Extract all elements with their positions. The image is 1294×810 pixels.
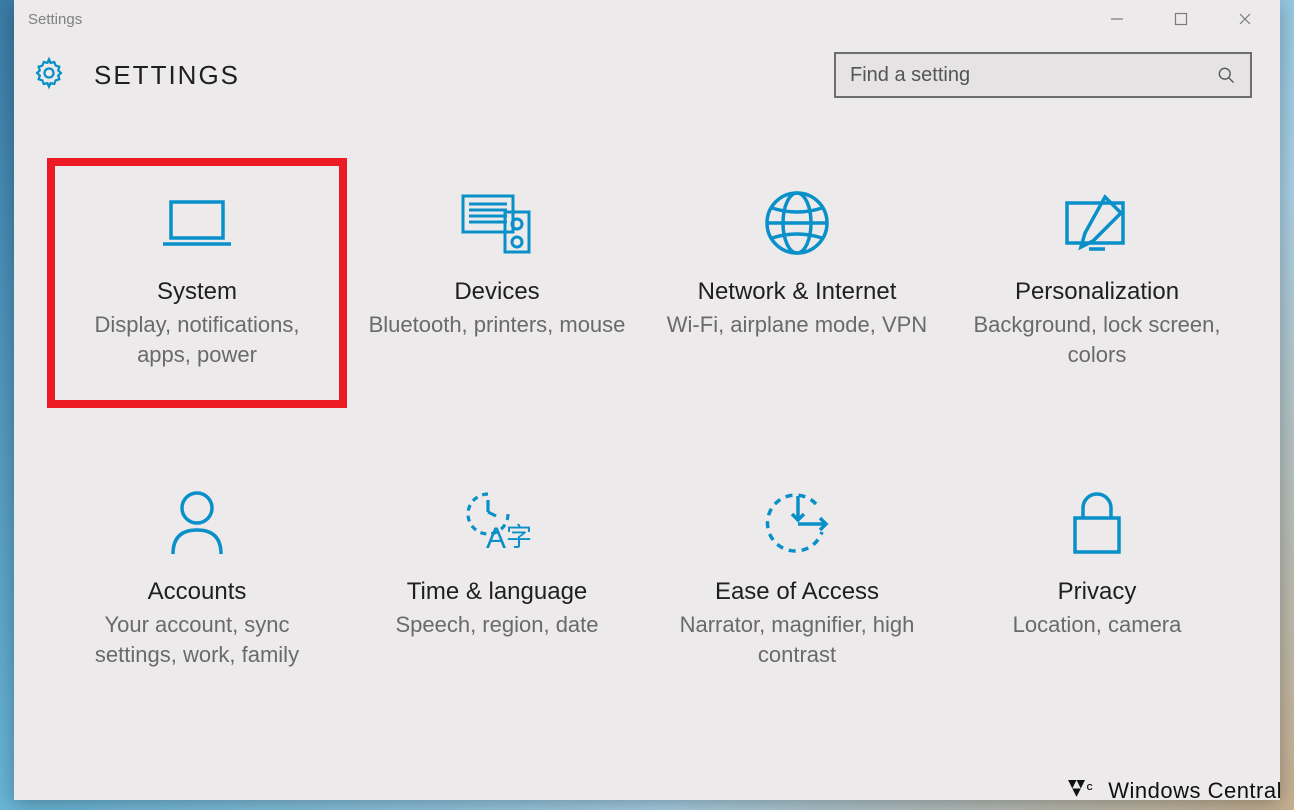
category-accounts[interactable]: Accounts Your account, sync settings, wo… [47, 458, 347, 708]
svg-text:字: 字 [506, 522, 532, 552]
category-system[interactable]: System Display, notifications, apps, pow… [47, 158, 347, 408]
laptop-icon [159, 182, 235, 264]
category-title: Network & Internet [698, 278, 897, 306]
category-title: Ease of Access [715, 578, 879, 606]
svg-text:A: A [486, 522, 506, 555]
category-desc: Your account, sync settings, work, famil… [65, 610, 329, 669]
watermark: C Windows Central [1068, 778, 1282, 804]
search-input[interactable] [850, 64, 1216, 87]
devices-icon [457, 182, 537, 264]
window-controls [1096, 4, 1272, 34]
category-title: Personalization [1015, 278, 1179, 306]
titlebar: Settings [14, 0, 1280, 38]
minimize-icon [1110, 12, 1124, 26]
watermark-logo-icon: C [1068, 780, 1102, 802]
category-ease-of-access[interactable]: Ease of Access Narrator, magnifier, high… [647, 458, 947, 708]
globe-icon [762, 182, 832, 264]
category-title: Privacy [1058, 578, 1137, 606]
watermark-text: Windows Central [1108, 778, 1282, 804]
ease-of-access-icon [758, 482, 836, 564]
category-desc: Location, camera [1013, 610, 1182, 640]
category-desc: Background, lock screen, colors [965, 310, 1229, 369]
person-icon [165, 482, 229, 564]
close-icon [1238, 12, 1252, 26]
category-desc: Narrator, magnifier, high contrast [665, 610, 929, 669]
search-box[interactable] [834, 52, 1252, 98]
category-desc: Wi-Fi, airplane mode, VPN [667, 310, 927, 340]
lock-icon [1067, 482, 1127, 564]
maximize-icon [1174, 12, 1188, 26]
svg-text:C: C [1087, 782, 1094, 792]
window-title: Settings [28, 11, 82, 28]
category-title: System [157, 278, 237, 306]
category-personalization[interactable]: Personalization Background, lock screen,… [947, 158, 1247, 408]
minimize-button[interactable] [1096, 4, 1138, 34]
category-desc: Display, notifications, apps, power [65, 310, 329, 369]
category-title: Devices [454, 278, 539, 306]
category-devices[interactable]: Devices Bluetooth, printers, mouse [347, 158, 647, 408]
category-title: Time & language [407, 578, 588, 606]
time-language-icon: A 字 [458, 482, 536, 564]
category-title: Accounts [148, 578, 247, 606]
category-time-language[interactable]: A 字 Time & language Speech, region, date [347, 458, 647, 708]
header: SETTINGS [14, 38, 1280, 108]
close-button[interactable] [1224, 4, 1266, 34]
gear-icon [32, 56, 66, 95]
category-desc: Speech, region, date [395, 610, 598, 640]
category-privacy[interactable]: Privacy Location, camera [947, 458, 1247, 708]
categories-grid: System Display, notifications, apps, pow… [14, 108, 1280, 708]
category-network[interactable]: Network & Internet Wi-Fi, airplane mode,… [647, 158, 947, 408]
settings-window: Settings SETTINGS [14, 0, 1280, 800]
personalization-icon [1059, 182, 1135, 264]
maximize-button[interactable] [1160, 4, 1202, 34]
page-title: SETTINGS [94, 60, 240, 91]
category-desc: Bluetooth, printers, mouse [369, 310, 626, 340]
search-icon [1216, 65, 1236, 85]
